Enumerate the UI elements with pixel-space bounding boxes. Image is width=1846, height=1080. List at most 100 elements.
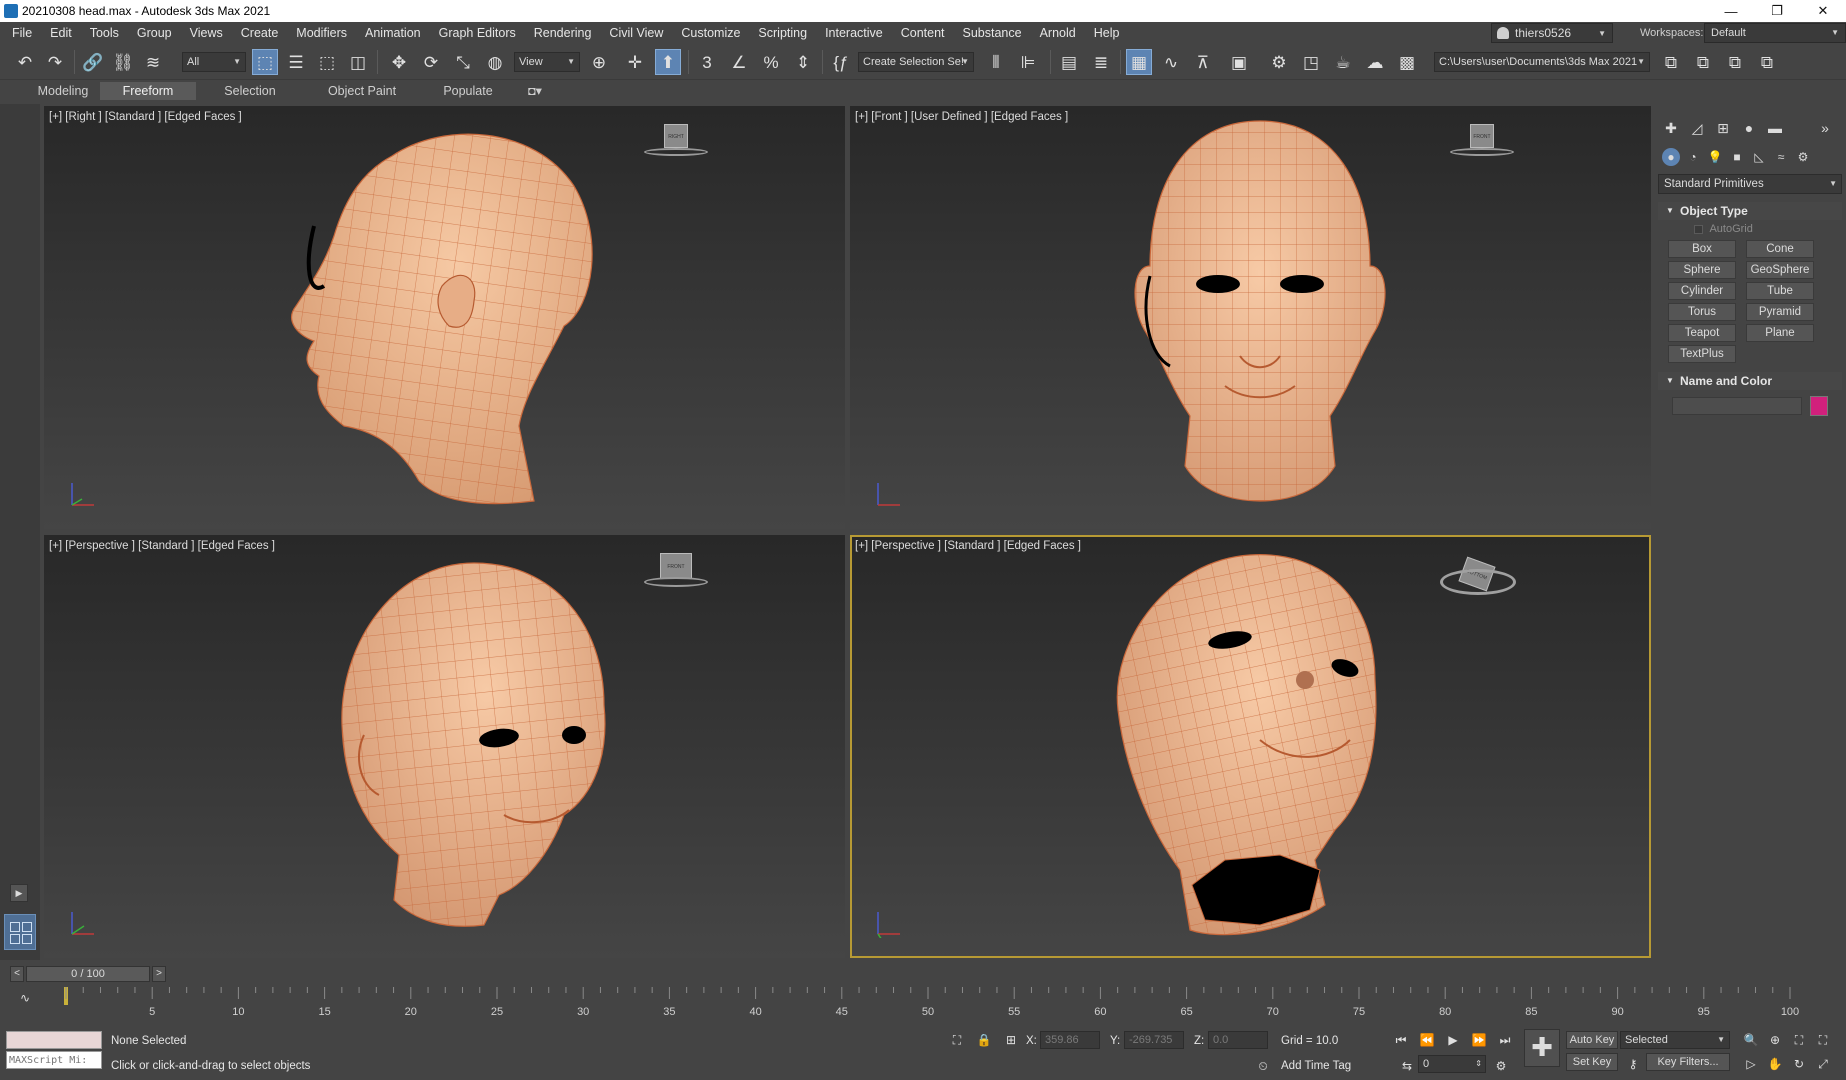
- user-account-dropdown[interactable]: thiers0526 ▼: [1491, 23, 1613, 43]
- viewport-perspective-2[interactable]: [+] [Perspective ] [Standard ] [Edged Fa…: [850, 535, 1651, 958]
- redo-icon[interactable]: ↷: [42, 49, 68, 75]
- menu-arnold[interactable]: Arnold: [1031, 22, 1085, 44]
- link-icon[interactable]: 🔗: [80, 49, 106, 75]
- rendered-frame-window-icon[interactable]: ◳: [1298, 49, 1324, 75]
- primitive-category-dropdown[interactable]: Standard Primitives ▼: [1658, 174, 1842, 194]
- geosphere-button[interactable]: GeoSphere: [1746, 261, 1814, 279]
- object-type-rollout[interactable]: ▼ Object Type: [1658, 202, 1842, 220]
- torus-button[interactable]: Torus: [1668, 303, 1736, 321]
- render-setup-icon[interactable]: ⚙: [1266, 49, 1292, 75]
- menu-file[interactable]: File: [0, 22, 41, 44]
- zoom-extents-icon[interactable]: ⛶: [1790, 1031, 1808, 1049]
- select-and-move-icon[interactable]: ✥: [386, 49, 412, 75]
- select-by-name-icon[interactable]: ☰: [283, 49, 309, 75]
- select-and-scale-icon[interactable]: ⤡: [450, 49, 476, 75]
- align-icon[interactable]: ⊫: [1015, 49, 1041, 75]
- mirror-icon[interactable]: ⫴: [983, 49, 1009, 75]
- go-to-start-icon[interactable]: ⏮: [1392, 1031, 1410, 1049]
- box-button[interactable]: Box: [1668, 240, 1736, 258]
- viewcube-face[interactable]: FRONT: [660, 553, 692, 579]
- viewport-right[interactable]: [+] [Right ] [Standard ] [Edged Faces ] …: [44, 106, 845, 529]
- viewcube[interactable]: RIGHT: [644, 124, 708, 160]
- hierarchy-tab-icon[interactable]: ⊞: [1712, 118, 1734, 138]
- menu-graph-editors[interactable]: Graph Editors: [430, 22, 525, 44]
- expand-arrow-icon[interactable]: ▶: [10, 884, 28, 902]
- zoom-icon[interactable]: 🔍: [1742, 1031, 1760, 1049]
- viewport-label[interactable]: [+] [Perspective ] [Standard ] [Edged Fa…: [855, 540, 1081, 552]
- menu-tools[interactable]: Tools: [81, 22, 128, 44]
- go-to-end-icon[interactable]: ⏭: [1496, 1031, 1514, 1049]
- render-in-cloud-icon[interactable]: ☁: [1362, 49, 1388, 75]
- close-button[interactable]: ✕: [1800, 0, 1846, 22]
- teapot-button[interactable]: Teapot: [1668, 324, 1736, 342]
- menu-customize[interactable]: Customize: [672, 22, 749, 44]
- viewcube-face[interactable]: FRONT: [1470, 124, 1494, 148]
- pyramid-button[interactable]: Pyramid: [1746, 303, 1814, 321]
- ribbon-tab-freeform[interactable]: Freeform: [100, 82, 196, 100]
- cone-button[interactable]: Cone: [1746, 240, 1814, 258]
- shapes-icon[interactable]: ◔: [1684, 148, 1702, 166]
- y-coordinate-field[interactable]: -269.735: [1124, 1031, 1184, 1049]
- tube-button[interactable]: Tube: [1746, 282, 1814, 300]
- time-slider-thumb[interactable]: 0 / 100: [26, 966, 150, 982]
- next-key-icon[interactable]: ⏩: [1470, 1031, 1488, 1049]
- select-object-icon[interactable]: ⬚: [252, 49, 278, 75]
- menu-views[interactable]: Views: [181, 22, 232, 44]
- play-icon[interactable]: ▶: [1444, 1031, 1462, 1049]
- viewport-label[interactable]: [+] [Perspective ] [Standard ] [Edged Fa…: [49, 540, 275, 552]
- viewcube[interactable]: FRONT: [644, 553, 708, 593]
- maxscript-mini-listener[interactable]: [6, 1051, 102, 1069]
- z-coordinate-field[interactable]: 0.0: [1208, 1031, 1268, 1049]
- add-time-tag[interactable]: Add Time Tag: [1281, 1060, 1351, 1072]
- more-tabs-icon[interactable]: »: [1814, 118, 1836, 138]
- ribbon-tab-selection[interactable]: Selection: [208, 82, 292, 100]
- selection-lock-icon[interactable]: 🔒: [975, 1031, 993, 1049]
- key-filters-button[interactable]: Key Filters...: [1646, 1053, 1730, 1071]
- snaps-toggle-icon[interactable]: 3: [694, 49, 720, 75]
- create-tab-icon[interactable]: ✚: [1660, 118, 1682, 138]
- select-manipulate-icon[interactable]: ✛: [622, 49, 648, 75]
- undo-icon[interactable]: ↶: [12, 49, 38, 75]
- head-mesh-perspective[interactable]: [324, 555, 654, 935]
- modify-tab-icon[interactable]: ◿: [1686, 118, 1708, 138]
- key-filter-icon[interactable]: ⚷: [1624, 1055, 1642, 1073]
- project-folder-dropdown[interactable]: C:\Users\user\Documents\3ds Max 2021 ▼: [1434, 52, 1650, 72]
- pan-icon[interactable]: ✋: [1766, 1055, 1784, 1073]
- window-crossing-icon[interactable]: ◫: [345, 49, 371, 75]
- angle-snap-icon[interactable]: ∠: [726, 49, 752, 75]
- menu-content[interactable]: Content: [892, 22, 954, 44]
- zoom-all-icon[interactable]: ⊕: [1766, 1031, 1784, 1049]
- display-tab-icon[interactable]: ▬: [1764, 118, 1786, 138]
- cylinder-button[interactable]: Cylinder: [1668, 282, 1736, 300]
- isolate-selection-icon[interactable]: ⛶: [948, 1031, 966, 1049]
- schematic-view-icon[interactable]: ⊼: [1190, 49, 1216, 75]
- ribbon-tab-object-paint[interactable]: Object Paint: [314, 82, 410, 100]
- viewcube-face[interactable]: RIGHT: [664, 124, 688, 148]
- lights-icon[interactable]: 💡: [1706, 148, 1724, 166]
- orbit-icon[interactable]: ↻: [1790, 1055, 1808, 1073]
- viewport-label[interactable]: [+] [Front ] [User Defined ] [Edged Face…: [855, 111, 1068, 123]
- spinner-snap-icon[interactable]: ⇕: [790, 49, 816, 75]
- viewport-label[interactable]: [+] [Right ] [Standard ] [Edged Faces ]: [49, 111, 242, 123]
- render-production-icon[interactable]: ☕: [1330, 49, 1356, 75]
- viewcube[interactable]: BOTTOM: [1440, 555, 1516, 605]
- a360-gallery-icon[interactable]: ▩: [1394, 49, 1420, 75]
- sphere-button[interactable]: Sphere: [1668, 261, 1736, 279]
- maximize-button[interactable]: ❐: [1754, 0, 1800, 22]
- cameras-icon[interactable]: ■: [1728, 148, 1746, 166]
- menu-interactive[interactable]: Interactive: [816, 22, 892, 44]
- ribbon-tab-populate[interactable]: Populate: [432, 82, 504, 100]
- unlink-icon[interactable]: ⛓: [110, 49, 136, 75]
- set-key-big-icon[interactable]: ✚: [1524, 1029, 1560, 1067]
- select-and-place-icon[interactable]: ◍: [482, 49, 508, 75]
- menu-substance[interactable]: Substance: [954, 22, 1031, 44]
- menu-create[interactable]: Create: [232, 22, 288, 44]
- menu-modifiers[interactable]: Modifiers: [287, 22, 356, 44]
- key-mode-dropdown[interactable]: Selected ▼: [1620, 1031, 1730, 1049]
- maxscript-listener-pink[interactable]: [6, 1031, 102, 1049]
- x-coordinate-field[interactable]: 359.86: [1040, 1031, 1100, 1049]
- project-save-icon[interactable]: ⧉: [1722, 49, 1748, 75]
- zoom-extents-all-icon[interactable]: ⛶: [1814, 1031, 1832, 1049]
- track-bar[interactable]: ∿ 5 10 15 20 25 30 35 40 45 50 55 60 65 70 75 80 85 90 95 1…: [0, 985, 1846, 1023]
- rectangular-selection-icon[interactable]: ⬚: [314, 49, 340, 75]
